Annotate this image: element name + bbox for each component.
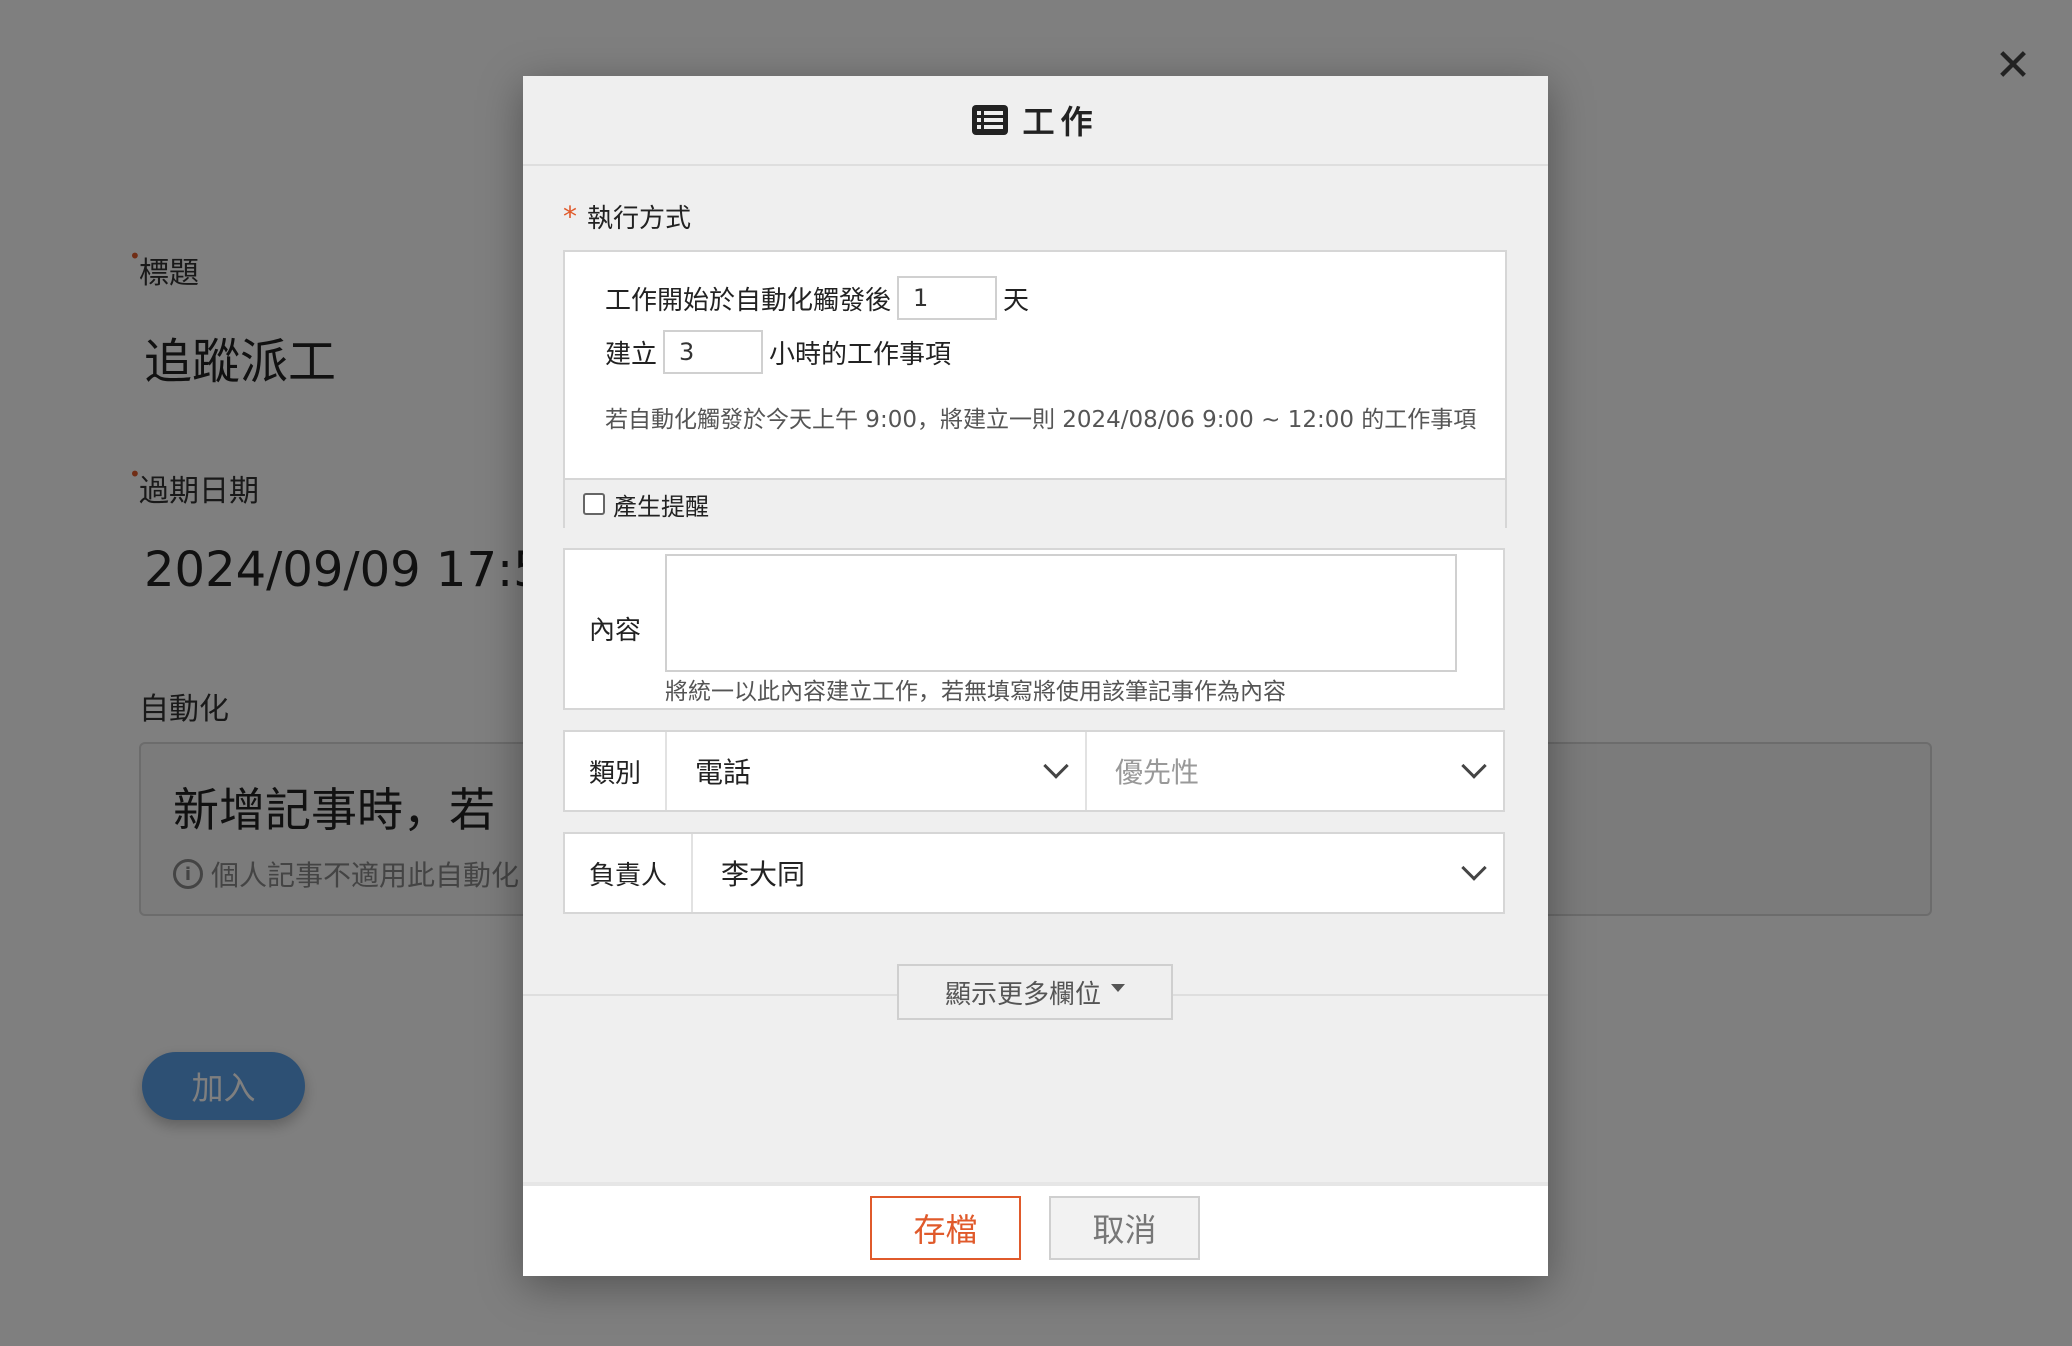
caret-down-icon	[1111, 984, 1125, 992]
content-box: 內容 將統一以此內容建立工作，若無填寫將使用該筆記事作為內容	[563, 548, 1505, 710]
category-label: 類別	[565, 732, 665, 810]
required-star: *	[563, 200, 577, 233]
save-button[interactable]: 存檔	[870, 1196, 1021, 1260]
modal-title: 工作	[1022, 103, 1099, 141]
duration-hours-input[interactable]	[663, 330, 764, 374]
priority-select[interactable]: 優先性	[1085, 732, 1503, 810]
list-icon	[972, 105, 1009, 135]
owner-select[interactable]: 李大同	[691, 834, 1503, 912]
modal-header: 工作	[523, 76, 1548, 166]
start-row: 工作開始於自動化觸發後 天	[605, 276, 1029, 320]
task-modal: 工作 * 執行方式 工作開始於自動化觸發後 天 建立 小時的工作事項 若自動化觸…	[523, 76, 1548, 1276]
reminder-checkbox[interactable]	[583, 493, 605, 515]
content-hint: 將統一以此內容建立工作，若無填寫將使用該筆記事作為內容	[665, 679, 1286, 705]
category-priority-row: 類別 電話 優先性	[563, 730, 1505, 812]
category-select[interactable]: 電話	[665, 732, 1085, 810]
owner-label: 負責人	[565, 834, 691, 912]
content-label: 內容	[589, 616, 642, 646]
start-days-input[interactable]	[897, 276, 998, 320]
chevron-down-icon	[1461, 855, 1487, 881]
exec-hint: 若自動化觸發於今天上午 9:00，將建立一則 2024/08/06 9:00 ~…	[605, 407, 1477, 433]
close-icon[interactable]: ✕	[1993, 44, 2033, 88]
cancel-button[interactable]: 取消	[1049, 1196, 1200, 1260]
exec-method-label: * 執行方式	[563, 200, 692, 234]
reminder-label[interactable]: 產生提醒	[613, 487, 709, 522]
exec-method-box: 工作開始於自動化觸發後 天 建立 小時的工作事項 若自動化觸發於今天上午 9:0…	[563, 250, 1507, 528]
modal-footer: 存檔 取消	[523, 1182, 1548, 1276]
duration-row: 建立 小時的工作事項	[605, 330, 951, 374]
chevron-down-icon	[1043, 753, 1069, 779]
show-more-fields-button[interactable]: 顯示更多欄位	[897, 964, 1173, 1020]
reminder-row[interactable]: 產生提醒	[565, 478, 1505, 528]
chevron-down-icon	[1461, 753, 1487, 779]
owner-row: 負責人 李大同	[563, 832, 1505, 914]
content-textarea[interactable]	[665, 554, 1457, 672]
